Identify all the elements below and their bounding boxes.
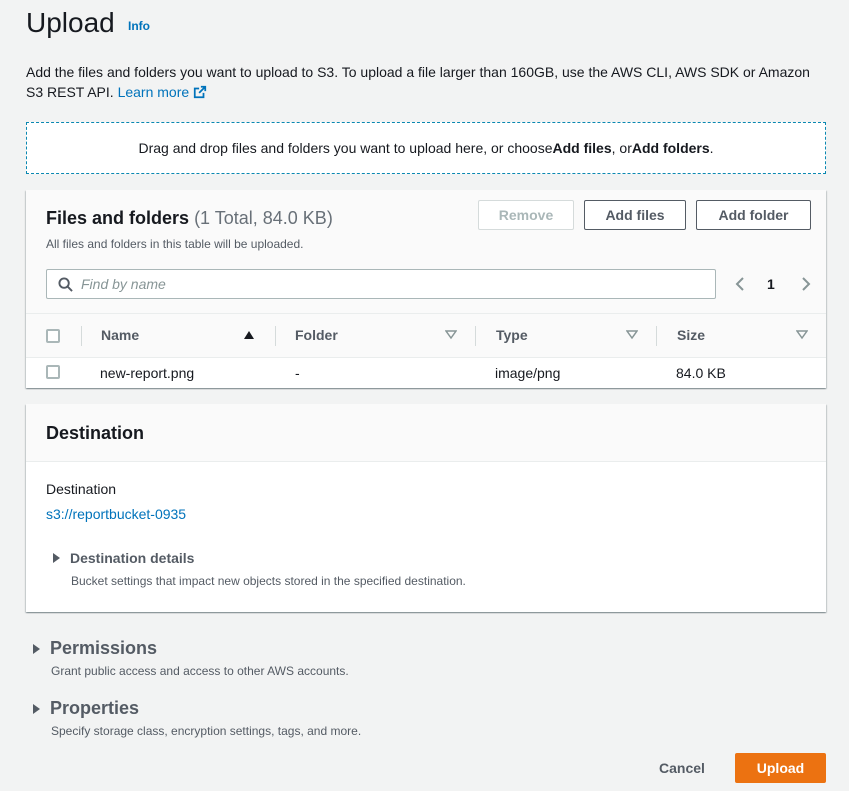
chevron-left-icon[interactable]: [734, 276, 746, 292]
caret-right-icon: [33, 703, 40, 714]
page-title: Upload: [26, 7, 115, 38]
files-panel-title: Files and folders (1 Total, 84.0 KB): [46, 208, 333, 229]
sort-icon[interactable]: [626, 330, 638, 340]
info-link[interactable]: Info: [128, 19, 150, 33]
upload-button[interactable]: Upload: [735, 753, 826, 783]
files-table-header: Name Folder Type Size: [26, 314, 826, 358]
files-panel-title-text: Files and folders: [46, 208, 190, 228]
files-panel-subtitle: All files and folders in this table will…: [46, 237, 304, 251]
properties-title: Properties: [50, 698, 140, 718]
column-header-name[interactable]: Name: [101, 327, 139, 343]
dropzone-text-before: Drag and drop files and folders you want…: [138, 140, 553, 156]
destination-panel-header: Destination: [26, 404, 826, 462]
upload-dropzone[interactable]: Drag and drop files and folders you want…: [26, 122, 826, 174]
search-input[interactable]: [81, 276, 681, 292]
search-box[interactable]: [46, 269, 716, 299]
destination-details-title: Destination details: [70, 550, 195, 566]
cancel-button[interactable]: Cancel: [650, 753, 714, 783]
sort-icon[interactable]: [796, 330, 808, 340]
properties-expander[interactable]: Properties: [33, 698, 139, 719]
remove-button[interactable]: Remove: [478, 200, 574, 230]
cell-size: 84.0 KB: [676, 365, 726, 381]
dropzone-add-files: Add files: [552, 140, 612, 156]
destination-details-subtitle: Bucket settings that impact new objects …: [71, 574, 466, 588]
current-page-number[interactable]: 1: [767, 276, 775, 292]
pagination: 1: [734, 274, 814, 294]
caret-right-icon: [33, 643, 40, 654]
dropzone-text-after: .: [709, 140, 714, 156]
learn-more-label: Learn more: [117, 84, 190, 100]
column-divider: [475, 326, 476, 346]
sort-icon[interactable]: [445, 330, 457, 340]
destination-details-expander[interactable]: Destination details: [53, 550, 194, 566]
files-total-count: (1 Total, 84.0 KB): [194, 208, 333, 228]
row-checkbox[interactable]: [46, 365, 60, 379]
column-divider: [81, 326, 82, 346]
permissions-subtitle: Grant public access and access to other …: [51, 664, 349, 678]
column-divider: [656, 326, 657, 346]
page-description: Add the files and folders you want to up…: [26, 62, 826, 102]
destination-label: Destination: [46, 481, 117, 497]
search-icon: [58, 276, 73, 292]
cell-folder: -: [295, 365, 300, 381]
permissions-title: Permissions: [50, 638, 158, 658]
column-header-folder[interactable]: Folder: [295, 327, 338, 343]
permissions-expander[interactable]: Permissions: [33, 638, 157, 659]
files-panel-header: Files and folders (1 Total, 84.0 KB) All…: [26, 190, 826, 314]
column-header-type[interactable]: Type: [496, 327, 528, 343]
chevron-right-icon[interactable]: [800, 276, 812, 292]
dropzone-add-folders: Add folders: [631, 140, 710, 156]
destination-bucket-link[interactable]: s3://reportbucket-0935: [46, 506, 186, 522]
properties-subtitle: Specify storage class, encryption settin…: [51, 724, 362, 738]
column-divider: [275, 326, 276, 346]
sort-ascending-icon[interactable]: [243, 330, 255, 340]
table-row[interactable]: new-report.png - image/png 84.0 KB: [26, 358, 826, 388]
caret-right-icon: [53, 553, 60, 563]
cell-type: image/png: [495, 365, 561, 381]
column-header-size[interactable]: Size: [677, 327, 705, 343]
cell-name: new-report.png: [100, 365, 195, 381]
destination-panel: Destination Destination s3://reportbucke…: [26, 404, 826, 612]
files-and-folders-panel: Files and folders (1 Total, 84.0 KB) All…: [26, 190, 826, 388]
add-files-button[interactable]: Add files: [584, 200, 686, 230]
select-all-checkbox[interactable]: [46, 329, 60, 343]
learn-more-link[interactable]: Learn more: [118, 84, 208, 100]
dropzone-text-middle: , or: [611, 140, 632, 156]
external-link-icon: [194, 85, 207, 99]
add-folder-button[interactable]: Add folder: [696, 200, 811, 230]
destination-panel-title: Destination: [46, 423, 145, 443]
